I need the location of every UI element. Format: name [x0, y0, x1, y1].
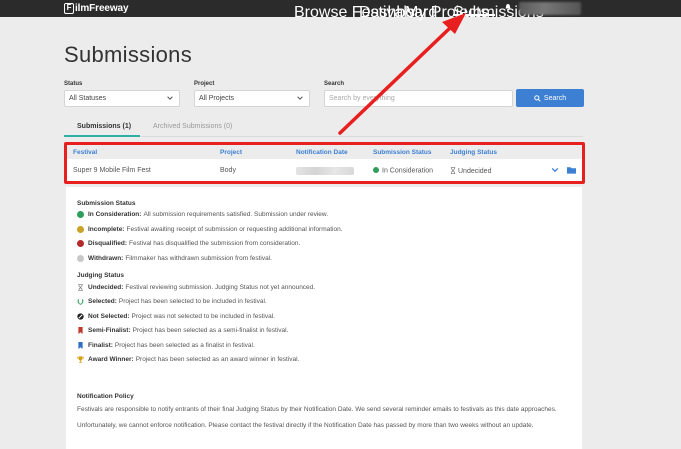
arrow-shaft [338, 25, 453, 135]
legend-term: Finalist: [88, 342, 113, 349]
laurel-icon [77, 299, 84, 305]
legend-term: In Consideration: [88, 211, 142, 218]
legend-term: Not Selected: [88, 313, 130, 320]
legend-desc: Festival reviewing submission. Judging S… [125, 284, 316, 291]
legend-desc: Festival has disqualified the submission… [129, 240, 301, 247]
blue-ribbon-icon [78, 342, 83, 349]
legend-desc: Festival awaiting receipt of submission … [126, 226, 343, 233]
legend-item: Award Winner: Project has been selected a… [77, 356, 299, 363]
top-nav-bar: F ilmFreeway Browse Festivals Dashboard … [0, 0, 681, 21]
tab-archived-submissions[interactable]: Archived Submissions (0) [153, 123, 232, 130]
legend-desc: Project has been selected as an award wi… [135, 356, 300, 363]
green-dot-icon [77, 211, 84, 218]
project-filter-value: All Projects [199, 95, 235, 102]
search-placeholder: Search by everything [329, 95, 395, 102]
red-dot-icon [77, 240, 84, 247]
filmfreeway-logo[interactable]: F ilmFreeway [64, 2, 129, 15]
status-filter-select[interactable]: All Statuses [64, 90, 180, 107]
policy-text: Festivals are responsible to notify entr… [77, 406, 557, 413]
legend-term: Undecided: [88, 284, 124, 291]
red-ribbon-icon [78, 327, 83, 334]
hourglass-icon [78, 284, 83, 291]
legend-term: Withdrawn: [88, 255, 124, 262]
legend-term: Disqualified: [88, 240, 128, 247]
judging-status-heading: Judging Status [77, 272, 124, 279]
legend-item: Not Selected: Project was not selected to… [77, 313, 275, 320]
legend-item: Disqualified: Festival has disqualified t… [77, 240, 300, 247]
search-label: Search [324, 81, 345, 87]
legend-desc: Project has been selected as a finalist … [114, 342, 255, 349]
chevron-down-icon [297, 96, 303, 100]
legend-item: Selected: Project has been selected to be… [77, 298, 267, 305]
active-tab-indicator [64, 135, 140, 137]
legend-desc: Project has been selected as a semi-fina… [132, 327, 289, 334]
trophy-icon [77, 356, 84, 363]
legend-term: Selected: [88, 298, 117, 305]
legend-term: Semi-Finalist: [88, 327, 131, 334]
bell-icon[interactable] [505, 3, 511, 11]
yellow-dot-icon [77, 226, 84, 233]
project-filter-label: Project [194, 81, 215, 87]
legend-item: Withdrawn: Filmmaker has withdrawn submis… [77, 255, 272, 262]
submission-status-heading: Submission Status [77, 200, 136, 207]
legend-term: Incomplete: [88, 226, 125, 233]
status-filter-label: Status [64, 81, 83, 87]
user-account-menu[interactable] [519, 2, 581, 15]
tab-divider [64, 136, 583, 137]
grey-dot-icon [77, 255, 84, 262]
logo-mark: F [64, 3, 74, 14]
notification-policy-heading: Notification Policy [77, 393, 134, 400]
tab-submissions[interactable]: Submissions (1) [77, 123, 131, 130]
search-icon [534, 94, 541, 102]
legend-desc: Project has been selected to be included… [118, 298, 267, 305]
ban-icon [77, 313, 84, 320]
legend-term: Award Winner: [88, 356, 134, 363]
search-button[interactable]: Search [516, 89, 584, 107]
policy-text: Unfortunately, we cannot enforce notific… [77, 422, 534, 429]
legend-item: Undecided: Festival reviewing submission.… [77, 284, 315, 291]
legend-desc: Project was not selected to be included … [131, 313, 275, 320]
legend-item: Semi-Finalist: Project has been selected … [77, 327, 288, 334]
legend-item: Incomplete: Festival awaiting receipt of … [77, 226, 343, 233]
chevron-down-icon [167, 96, 173, 100]
annotation-highlight-box [64, 142, 585, 184]
project-filter-select[interactable]: All Projects [194, 90, 310, 107]
nav-active-indicator [453, 14, 495, 16]
search-input[interactable]: Search by everything [324, 90, 513, 107]
legend-item: Finalist: Project has been selected as a … [77, 342, 255, 349]
legend-desc: All submission requirements satisfied. S… [143, 211, 329, 218]
logo-text: ilmFreeway [75, 3, 129, 14]
search-button-label: Search [543, 94, 567, 102]
status-filter-value: All Statuses [69, 95, 106, 102]
legend-item: In Consideration: All submission requirem… [77, 211, 328, 218]
page-title: Submissions [64, 42, 193, 67]
legend-desc: Filmmaker has withdrawn submission from … [125, 255, 272, 262]
